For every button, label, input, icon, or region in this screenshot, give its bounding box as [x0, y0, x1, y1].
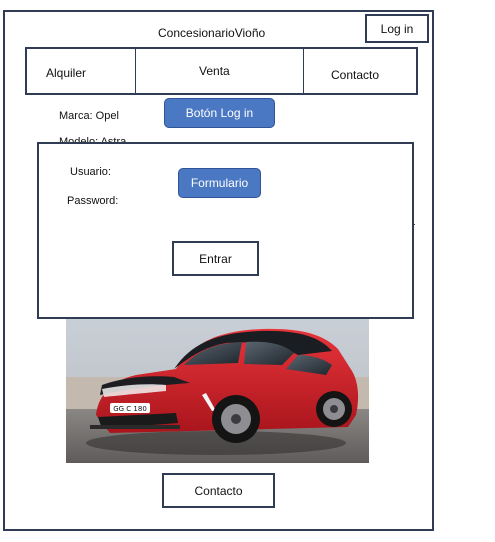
nav-item-label: Venta: [199, 64, 230, 78]
nav-item-label: Alquiler: [46, 66, 87, 80]
username-label: Usuario:: [70, 166, 111, 178]
login-button-annotation: Botón Log in: [164, 98, 275, 128]
submit-button[interactable]: Entrar: [172, 241, 259, 276]
main-navigation: Alquiler Venta Contacto: [25, 47, 418, 95]
password-label: Password:: [67, 195, 119, 207]
nav-item-label: Contacto: [331, 68, 380, 82]
license-plate-text: GG C 180: [113, 405, 147, 413]
nav-item-contacto[interactable]: Contacto: [304, 49, 416, 93]
car-photo-svg: GG C 180: [66, 319, 369, 463]
form-annotation: Formulario: [178, 168, 261, 198]
nav-item-venta[interactable]: Venta: [136, 49, 304, 93]
site-title: ConcesionarioVioño: [158, 26, 266, 40]
nav-item-alquiler[interactable]: Alquiler: [27, 49, 136, 93]
brand-label: Marca: Opel: [59, 110, 119, 122]
login-button[interactable]: Log in: [365, 14, 429, 43]
car-photo: GG C 180: [66, 319, 369, 463]
contact-button[interactable]: Contacto: [162, 473, 275, 508]
